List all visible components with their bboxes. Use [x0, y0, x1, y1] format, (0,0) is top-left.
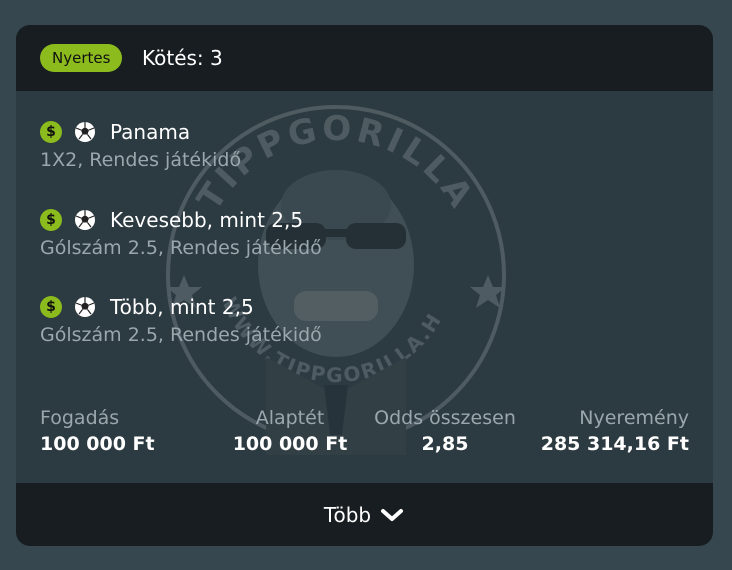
winnings-value: 285 314,16 Ft	[540, 433, 689, 455]
soccer-ball-icon	[75, 210, 95, 230]
bet-slip-body: $ Panama 1X2, Rendes játékidő $ Kevesebb…	[16, 91, 713, 483]
bet-selection-name: Panama	[110, 120, 191, 144]
bet-slip-card: TIPPGORILLA WWW.TIPPGORILLA.HU Nyertes K…	[16, 25, 713, 546]
bet-selection: $ Több, mint 2,5 Gólszám 2.5, Rendes ját…	[40, 292, 322, 348]
more-button[interactable]: Több	[16, 483, 713, 546]
dollar-icon: $	[40, 296, 62, 318]
bet-selection-name: Kevesebb, mint 2,5	[110, 208, 304, 232]
bet-market: Gólszám 2.5, Rendes játékidő	[40, 324, 322, 346]
soccer-ball-icon	[75, 122, 95, 142]
bet-market: 1X2, Rendes játékidő	[40, 149, 242, 171]
base-stake-value: 100 000 Ft	[232, 433, 348, 455]
dollar-icon: $	[40, 209, 62, 231]
chevron-down-icon	[381, 508, 404, 521]
stake-label: Fogadás	[40, 407, 120, 429]
total-odds-stat: Odds összesen 2,85	[362, 405, 528, 457]
bet-selection: $ Panama 1X2, Rendes játékidő	[40, 117, 241, 173]
more-label: Több	[323, 502, 372, 527]
bet-count-title: Kötés: 3	[142, 46, 223, 70]
bet-slip-header: Nyertes Kötés: 3	[16, 25, 713, 91]
total-odds-label: Odds összesen	[374, 407, 516, 429]
dollar-icon: $	[40, 121, 62, 143]
soccer-ball-icon	[75, 297, 95, 317]
stake-value: 100 000 Ft	[40, 433, 155, 455]
bet-selection: $ Kevesebb, mint 2,5 Gólszám 2.5, Rendes…	[40, 205, 322, 261]
total-odds-value: 2,85	[421, 433, 469, 455]
winnings-label: Nyeremény	[579, 407, 689, 429]
bet-market: Gólszám 2.5, Rendes játékidő	[40, 237, 322, 259]
base-stake-stat: Alaptét 100 000 Ft	[224, 405, 356, 457]
stake-stat: Fogadás 100 000 Ft	[40, 405, 155, 457]
status-badge: Nyertes	[40, 44, 123, 72]
bet-selection-name: Több, mint 2,5	[110, 295, 254, 319]
winnings-stat: Nyeremény 285 314,16 Ft	[541, 405, 689, 457]
base-stake-label: Alaptét	[255, 407, 325, 429]
